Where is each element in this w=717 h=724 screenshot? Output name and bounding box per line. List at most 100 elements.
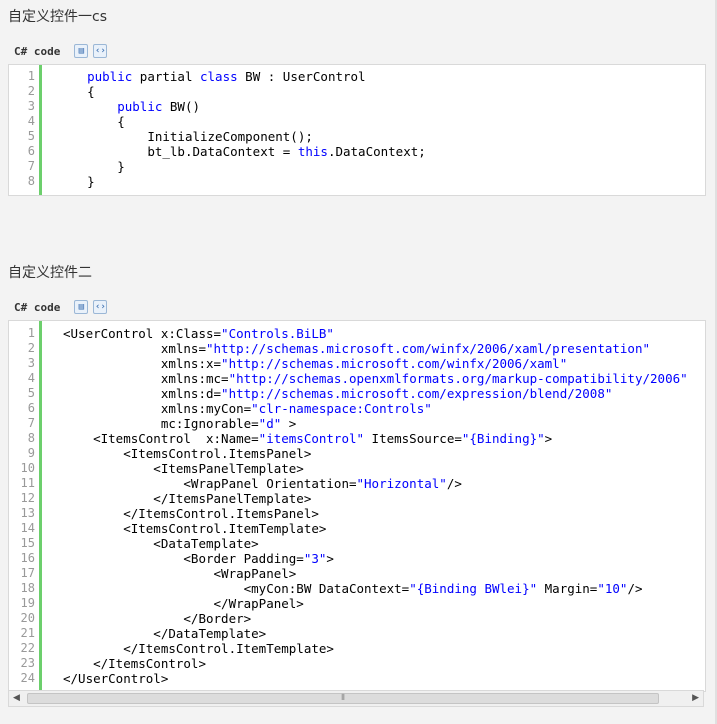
code-text: mc:Ignorable="d" > [63, 416, 296, 431]
text-token: InitializeComponent(); [87, 129, 313, 144]
text-token: </WrapPanel> [63, 596, 304, 611]
code-text: } [57, 159, 125, 174]
line-number: 13 [20, 506, 35, 520]
keyword-token: this [297, 144, 328, 159]
text-token: <Border Padding= [63, 551, 304, 566]
line-number: 12 [20, 491, 35, 505]
text-token: ItemsSource= [364, 431, 462, 446]
code-text: <Border Padding="3"> [63, 551, 334, 566]
section1-heading: 自定义控件一cs [8, 9, 107, 25]
code-line: 4 { [9, 114, 705, 129]
code-line: 12 </ItemsPanelTemplate> [9, 491, 705, 506]
section1-code-box: 1 public partial class BW : UserControl 2… [8, 64, 706, 196]
code-line: 11 <WrapPanel Orientation="Horizontal"/> [9, 476, 705, 491]
line-number: 5 [27, 129, 35, 143]
string-token: "Controls.BiLB" [221, 326, 334, 341]
scroll-left-arrow-icon[interactable]: ◀ [13, 693, 20, 703]
code-line: 24 </UserControl> [9, 671, 705, 686]
code-text: </ItemsControl> [63, 656, 206, 671]
code-text: </ItemsControl.ItemsPanel> [63, 506, 319, 521]
text-token: xmlns:x= [63, 356, 222, 371]
code-line: 2 { [9, 84, 705, 99]
keyword-token: public [117, 99, 163, 114]
code-line: 6 xmlns:myCon="clr-namespace:Controls" [9, 401, 705, 416]
text-token: <UserControl x:Class= [63, 326, 222, 341]
code-line: 3 public BW() [9, 99, 705, 114]
section2-lang-label: C# code [14, 300, 61, 314]
line-number: 1 [27, 326, 35, 340]
text-token: /> [627, 581, 643, 596]
section1-lang-label: C# code [14, 44, 61, 58]
code-text: <ItemsControl x:Name="itemsControl" Item… [63, 431, 552, 446]
code-text: <DataTemplate> [63, 536, 259, 551]
code-line: 20 </Border> [9, 611, 705, 626]
code-text: <myCon:BW DataContext="{Binding BWlei}" … [63, 581, 643, 596]
line-number: 20 [20, 611, 35, 625]
line-number: 5 [27, 386, 35, 400]
code-text: bt_lb.DataContext = this.DataContext; [57, 144, 426, 159]
line-number: 8 [27, 174, 35, 188]
code-line: 10 <ItemsPanelTemplate> [9, 461, 705, 476]
string-token: "3" [303, 551, 327, 566]
code-line: 1 public partial class BW : UserControl [9, 69, 705, 84]
line-number: 10 [20, 461, 35, 475]
scroll-right-arrow-icon[interactable]: ▶ [692, 693, 699, 703]
code-text: { [57, 84, 95, 99]
code-line: 17 <WrapPanel> [9, 566, 705, 581]
text-token: { [87, 114, 125, 129]
text-token: </ItemsControl.ItemTemplate> [63, 641, 334, 656]
code-text: <ItemsControl.ItemsPanel> [63, 446, 311, 461]
view-source-icon[interactable]: ‹› [93, 300, 108, 314]
section1-toolbar: C# code ▤ ‹› [14, 42, 112, 60]
code-line: 16 <Border Padding="3"> [9, 551, 705, 566]
code-text: </ItemsControl.ItemTemplate> [63, 641, 334, 656]
text-token: </ItemsPanelTemplate> [63, 491, 312, 506]
line-number: 2 [27, 84, 35, 98]
text-token: <DataTemplate> [63, 536, 259, 551]
text-token: </UserControl> [63, 671, 169, 686]
code-line: 14 <ItemsControl.ItemTemplate> [9, 521, 705, 536]
line-number: 9 [27, 446, 35, 460]
text-token: </Border> [63, 611, 252, 626]
code-text: InitializeComponent(); [57, 129, 313, 144]
line-number: 4 [27, 371, 35, 385]
text-token: > [544, 431, 553, 446]
code-text: } [57, 174, 95, 189]
section1-code-lines: 1 public partial class BW : UserControl 2… [9, 69, 705, 189]
section2-code-box[interactable]: 1 <UserControl x:Class="Controls.BiLB" 2 x… [8, 320, 706, 692]
text-token: <WrapPanel> [63, 566, 297, 581]
code-text: <ItemsPanelTemplate> [63, 461, 304, 476]
copy-icon[interactable]: ▤ [74, 300, 89, 314]
code-line: 4 xmlns:mc="http://schemas.openxmlformat… [9, 371, 705, 386]
text-token: <ItemsControl.ItemsPanel> [63, 446, 312, 461]
code-text: xmlns:mc="http://schemas.openxmlformats.… [63, 371, 688, 386]
code-text: public BW() [57, 99, 200, 114]
string-token: "Horizontal" [356, 476, 447, 491]
text-token: partial [132, 69, 200, 84]
code-line: 23 </ItemsControl> [9, 656, 705, 671]
line-number: 2 [27, 341, 35, 355]
copy-icon[interactable]: ▤ [74, 44, 89, 58]
text-token: <ItemsPanelTemplate> [63, 461, 304, 476]
code-text: </WrapPanel> [63, 596, 304, 611]
text-token: <ItemsControl.ItemTemplate> [63, 521, 327, 536]
line-number: 8 [27, 431, 35, 445]
section2-toolbar: C# code ▤ ‹› [14, 298, 112, 316]
code-line: 6 bt_lb.DataContext = this.DataContext; [9, 144, 705, 159]
line-number: 3 [27, 99, 35, 113]
view-source-icon[interactable]: ‹› [93, 44, 108, 58]
code-line: 9 <ItemsControl.ItemsPanel> [9, 446, 705, 461]
line-number: 16 [20, 551, 35, 565]
text-token: xmlns:myCon= [63, 401, 252, 416]
code-text: </ItemsPanelTemplate> [63, 491, 311, 506]
code-text: <WrapPanel Orientation="Horizontal"/> [63, 476, 461, 491]
scrollbar-thumb[interactable]: ⦀ [27, 693, 659, 704]
string-token: "http://schemas.microsoft.com/expression… [221, 386, 613, 401]
horizontal-scrollbar[interactable]: ◀ ⦀ ▶ [8, 690, 704, 707]
text-token: xmlns:d= [63, 386, 222, 401]
text-token: { [87, 84, 95, 99]
code-text: public partial class BW : UserControl [57, 69, 365, 84]
text-token: <myCon:BW DataContext= [63, 581, 410, 596]
line-number: 15 [20, 536, 35, 550]
text-token: .DataContext; [327, 144, 426, 159]
